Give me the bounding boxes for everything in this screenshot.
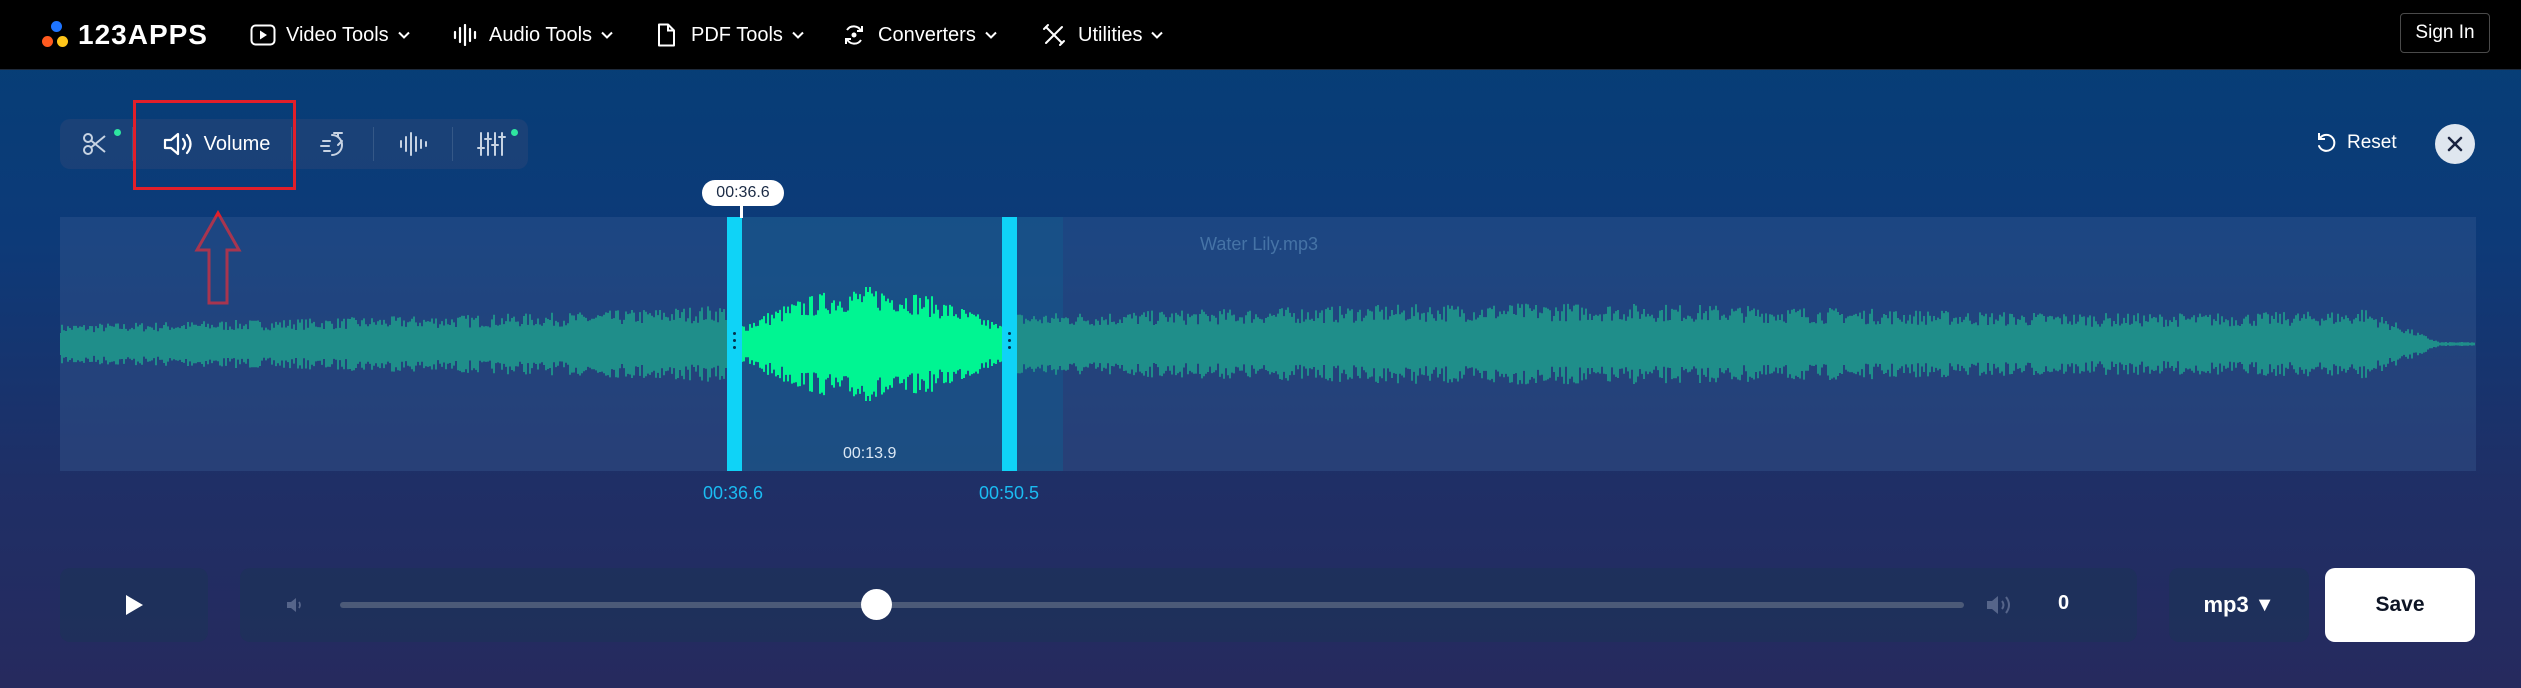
tool-mixer-button[interactable] — [454, 119, 528, 169]
brand-name: 123APPS — [78, 19, 208, 50]
chevron-down-icon — [1151, 31, 1164, 39]
nav-audio-tools[interactable]: Audio Tools — [453, 18, 614, 52]
waveform-icon — [399, 132, 427, 156]
reset-label: Reset — [2347, 132, 2397, 153]
close-icon — [2447, 136, 2463, 152]
tool-speed-button[interactable] — [300, 119, 372, 169]
selection-start-time: 00:36.6 — [703, 483, 764, 503]
chevron-down-icon — [601, 31, 613, 39]
volume-low-icon — [287, 598, 301, 612]
sign-in-button[interactable]: Sign In — [2400, 13, 2490, 53]
volume-control-panel: 0 — [240, 568, 2137, 642]
audio-wave-icon — [453, 22, 483, 48]
nav-video-tools[interactable]: Video Tools — [250, 18, 411, 52]
audio-waveform — [60, 287, 2475, 401]
waveform-selected — [737, 287, 1005, 401]
playhead-marker[interactable] — [740, 204, 743, 218]
nav-utilities-label: Utilities — [1078, 23, 1143, 46]
selection-start-handle[interactable] — [727, 217, 742, 471]
mixer-indicator-dot — [511, 129, 518, 136]
tool-trim-button[interactable] — [60, 119, 130, 169]
chevron-down-icon — [985, 31, 997, 39]
nav-video-tools-label: Video Tools — [286, 23, 389, 46]
volume-slider-track[interactable] — [340, 602, 1964, 608]
nav-converters[interactable]: Converters — [842, 18, 998, 52]
caret-down-icon: ▼ — [2254, 593, 2275, 616]
logo-icon — [42, 21, 70, 49]
brand-logo[interactable]: 123APPS — [42, 18, 208, 52]
playhead-time-bubble: 00:36.6 — [702, 180, 784, 206]
play-button[interactable] — [60, 568, 208, 642]
nav-converters-label: Converters — [878, 23, 976, 46]
save-button[interactable]: Save — [2325, 568, 2475, 642]
nav-audio-tools-label: Audio Tools — [489, 23, 593, 46]
trim-indicator-dot — [114, 129, 121, 136]
waveform-editor[interactable]: Water Lily.mp3 — [60, 217, 2476, 471]
speed-icon — [320, 132, 343, 156]
play-square-icon — [250, 22, 280, 48]
play-icon — [126, 595, 143, 615]
volume-slider-handle[interactable] — [860, 589, 892, 620]
undo-icon — [2318, 133, 2336, 152]
tool-equalizer-button[interactable] — [375, 119, 450, 169]
document-icon — [655, 22, 685, 48]
top-navigation: 123APPS Video Tools Audio Tools PDF Tool… — [0, 0, 2521, 70]
volume-high-icon — [1987, 596, 2010, 614]
reset-button[interactable]: Reset — [2315, 128, 2397, 158]
format-value: mp3 — [2203, 592, 2249, 617]
file-name: Water Lily.mp3 — [1200, 234, 1319, 254]
scissors-icon — [83, 133, 106, 155]
chevron-down-icon — [397, 31, 410, 39]
convert-cycle-icon — [842, 22, 872, 48]
volume-value: 0 — [2058, 592, 2070, 614]
nav-pdf-tools[interactable]: PDF Tools — [655, 18, 805, 52]
volume-highlight-box — [133, 100, 296, 190]
selection-duration: 00:13.9 — [843, 445, 897, 462]
nav-pdf-tools-label: PDF Tools — [691, 23, 783, 46]
tools-icon — [1042, 22, 1072, 48]
sliders-icon — [477, 132, 506, 156]
selection-end-time: 00:50.5 — [979, 483, 1040, 503]
format-select[interactable]: mp3 ▼ — [2169, 568, 2309, 642]
selection-end-handle[interactable] — [1002, 217, 1017, 471]
nav-utilities[interactable]: Utilities — [1042, 18, 1164, 52]
close-button[interactable] — [2435, 124, 2475, 164]
waveform-unselected — [60, 303, 2475, 385]
chevron-down-icon — [792, 31, 804, 39]
